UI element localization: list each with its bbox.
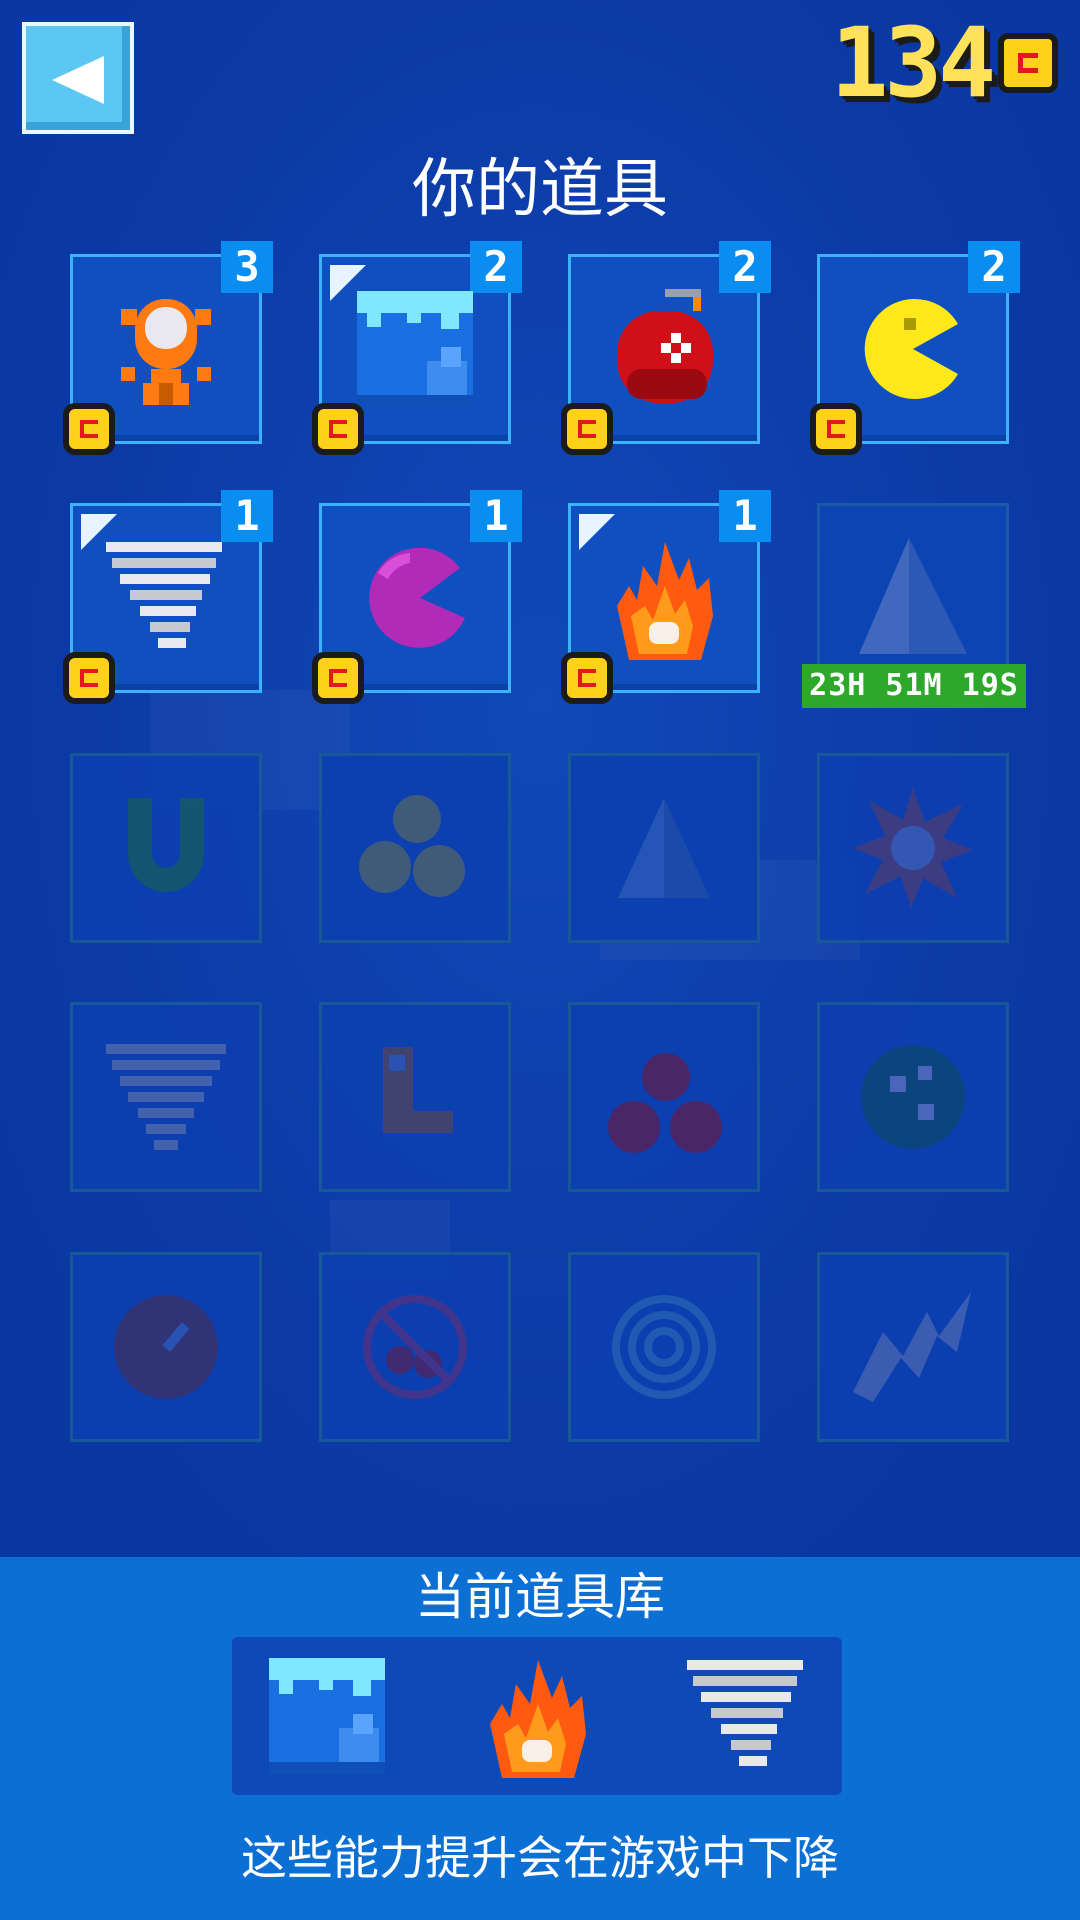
locked-slot-spotted-orb — [817, 1002, 1009, 1192]
target-icon — [612, 1295, 716, 1399]
count-badge: 1 — [221, 490, 273, 542]
loadout-item-fire[interactable] — [472, 1651, 602, 1781]
coin-icon — [810, 403, 862, 455]
back-button[interactable] — [22, 22, 134, 134]
locked-slot-no-cherry — [319, 1252, 511, 1442]
coin-count: 134 — [830, 7, 996, 119]
loadout-item-tornado[interactable] — [682, 1651, 812, 1781]
coin-icon — [561, 403, 613, 455]
powerup-slot-fire[interactable]: 1 — [561, 490, 771, 704]
loadout-bar — [232, 1637, 842, 1795]
magnet-icon — [128, 798, 204, 892]
cherry-bombs-icon — [608, 1053, 722, 1153]
bomb-icon — [617, 289, 713, 403]
explosion-icon — [853, 788, 973, 908]
ball-icon — [114, 1295, 218, 1399]
powerup-slot-ice-block[interactable]: 2 — [312, 241, 522, 455]
triple-pacman-icon — [359, 795, 465, 897]
coin-counter: 134 — [830, 7, 1058, 119]
locked-slot-triple-pacman — [319, 753, 511, 943]
coin-icon — [63, 403, 115, 455]
pacman-icon — [864, 298, 958, 399]
pyramid-icon — [859, 538, 967, 654]
count-badge: 2 — [719, 241, 771, 293]
coin-icon — [63, 652, 115, 704]
lightning-icon — [853, 1292, 971, 1402]
powerup-slot-pacman[interactable]: 2 — [810, 241, 1020, 455]
locked-slot-magnet — [70, 753, 262, 943]
coin-icon — [561, 652, 613, 704]
powerup-slot-purple-pacman[interactable]: 1 — [312, 490, 522, 704]
coin-icon — [312, 403, 364, 455]
powerup-slot-tornado[interactable]: 1 — [63, 490, 273, 704]
locked-slot-tornado — [70, 1002, 262, 1192]
boot-icon — [383, 1047, 453, 1133]
tornado-icon — [106, 542, 222, 648]
trophy-icon — [121, 299, 211, 405]
coin-icon — [998, 33, 1058, 93]
back-arrow-icon — [52, 56, 104, 104]
spotted-orb-icon — [861, 1045, 965, 1149]
powerup-slot-trophy[interactable]: 3 — [63, 241, 273, 455]
coin-icon — [312, 652, 364, 704]
page-title: 你的道具 — [412, 153, 668, 227]
count-badge: 1 — [470, 490, 522, 542]
countdown-timer: 23H 51M 19S — [802, 664, 1026, 708]
fire-icon — [490, 1660, 586, 1778]
loadout-item-ice-block[interactable] — [262, 1651, 392, 1781]
locked-slot-ball — [70, 1252, 262, 1442]
loadout-title: 当前道具库 — [415, 1568, 665, 1626]
locked-slot-explosion — [817, 753, 1009, 943]
count-badge: 1 — [719, 490, 771, 542]
powerup-slot-bomb[interactable]: 2 — [561, 241, 771, 455]
count-badge: 3 — [221, 241, 273, 293]
purple-pacman-icon — [369, 547, 465, 648]
locked-slot-pyramid — [568, 753, 760, 943]
ice-block-icon — [269, 1658, 385, 1774]
tornado-icon — [687, 1660, 803, 1766]
no-cherry-icon — [363, 1295, 467, 1399]
locked-slot-boot — [319, 1002, 511, 1192]
ice-block-icon — [357, 291, 473, 407]
locked-slot-lightning — [817, 1252, 1009, 1442]
tornado-gray-icon — [106, 1044, 226, 1150]
count-badge: 2 — [470, 241, 522, 293]
pyramid-small-icon — [618, 798, 710, 898]
loadout-note: 这些能力提升会在游戏中下降 — [241, 1831, 839, 1885]
fire-icon — [617, 542, 713, 660]
locked-slot-target — [568, 1252, 760, 1442]
count-badge: 2 — [968, 241, 1020, 293]
locked-slot-cherry-bombs — [568, 1002, 760, 1192]
